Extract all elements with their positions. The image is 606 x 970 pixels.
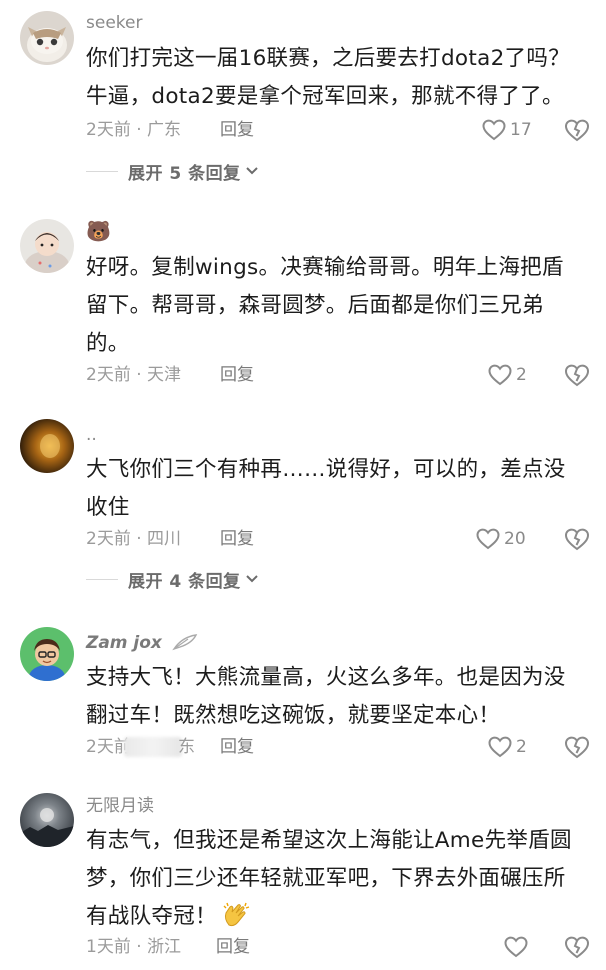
heart-outline-icon [476,528,500,550]
comment-text: 好呀。复制wings。决赛输给哥哥。明年上海把盾留下。帮哥哥，森哥圆梦。后面都是… [86,255,564,356]
username[interactable]: 无限月读 [86,795,154,817]
expand-replies-label: 展开 4 条回复 [128,571,241,592]
reply-button[interactable]: 回复 [220,733,254,761]
comment-meta: 2天前东 回复 2 [86,733,596,761]
divider [86,170,118,172]
username[interactable]: .. [86,424,97,446]
clapping-hands-emoji [223,902,250,927]
reply-button[interactable]: 回复 [220,525,254,553]
comment-text: 支持大飞！大熊流量高，火这么多年。也是因为没翻过车！既然想吃这碗饭，就要坚定本心… [86,665,566,728]
timestamp-location: 2天前 · 四川 [86,529,182,549]
reply-button[interactable]: 回复 [220,361,254,389]
broken-heart-icon[interactable] [564,362,590,388]
heart-outline-icon [482,119,506,141]
broken-heart-icon[interactable] [564,526,590,552]
comment-meta: 2天前 · 天津 回复 2 [86,361,596,389]
broken-heart-icon[interactable] [564,734,590,760]
feather-icon [172,634,198,651]
like-count: 17 [510,120,532,140]
heart-outline-icon [488,736,512,758]
like-button[interactable]: 2 [488,733,527,761]
like-button[interactable]: 2 [488,361,527,389]
chevron-down-icon [245,575,258,583]
comment-text-content: 有志气，但我还是希望这次上海能让Ame先举盾圆梦，你们三少还年轻就亚军吧，下界去… [86,828,572,929]
avatar[interactable] [20,219,74,273]
timestamp-location: 2天前东 [86,733,195,761]
like-count: 2 [516,365,527,385]
comment-meta: 1天前 · 浙江 回复 [86,933,596,961]
reply-button[interactable]: 回复 [216,933,250,961]
username[interactable]: seeker [86,12,142,34]
heart-outline-icon [504,936,528,958]
avatar[interactable] [20,627,74,681]
expand-replies-button[interactable]: 展开 5 条回复 [86,158,259,184]
reply-button[interactable]: 回复 [220,116,254,144]
timestamp-location: 2天前 · 广东 [86,120,182,140]
like-count: 2 [516,737,527,757]
username[interactable]: 🐻 [86,220,111,242]
like-button[interactable]: 20 [476,525,526,553]
expand-replies-label: 展开 5 条回复 [128,163,241,184]
like-button[interactable] [504,933,532,961]
broken-heart-icon[interactable] [564,934,590,960]
divider [86,578,118,580]
comment-text: 有志气，但我还是希望这次上海能让Ame先举盾圆梦，你们三少还年轻就亚军吧，下界去… [86,822,580,936]
comment-meta: 2天前 · 广东 回复 17 [86,116,596,144]
like-count: 20 [504,529,526,549]
expand-replies-button[interactable]: 展开 4 条回复 [86,566,259,592]
location-suffix: 东 [178,737,195,757]
avatar[interactable] [20,11,74,65]
comment-meta: 2天前 · 四川 回复 20 [86,525,596,553]
avatar[interactable] [20,793,74,847]
comment-text: 你们打完这一届16联赛，之后要去打dota2了吗？牛逼，dota2要是拿个冠军回… [86,46,570,109]
heart-outline-icon [488,364,512,386]
comment-text: 大飞你们三个有种再……说得好，可以的，差点没收住 [86,457,566,520]
avatar[interactable] [20,419,74,473]
like-button[interactable]: 17 [482,116,532,144]
username[interactable]: Zam jox [86,632,200,654]
timestamp-location: 2天前 · 天津 [86,365,182,385]
blurred-location [124,737,182,757]
chevron-down-icon [245,167,258,175]
username-text: Zam jox [86,633,162,653]
timestamp-location: 1天前 · 浙江 [86,937,182,957]
broken-heart-icon[interactable] [564,117,590,143]
